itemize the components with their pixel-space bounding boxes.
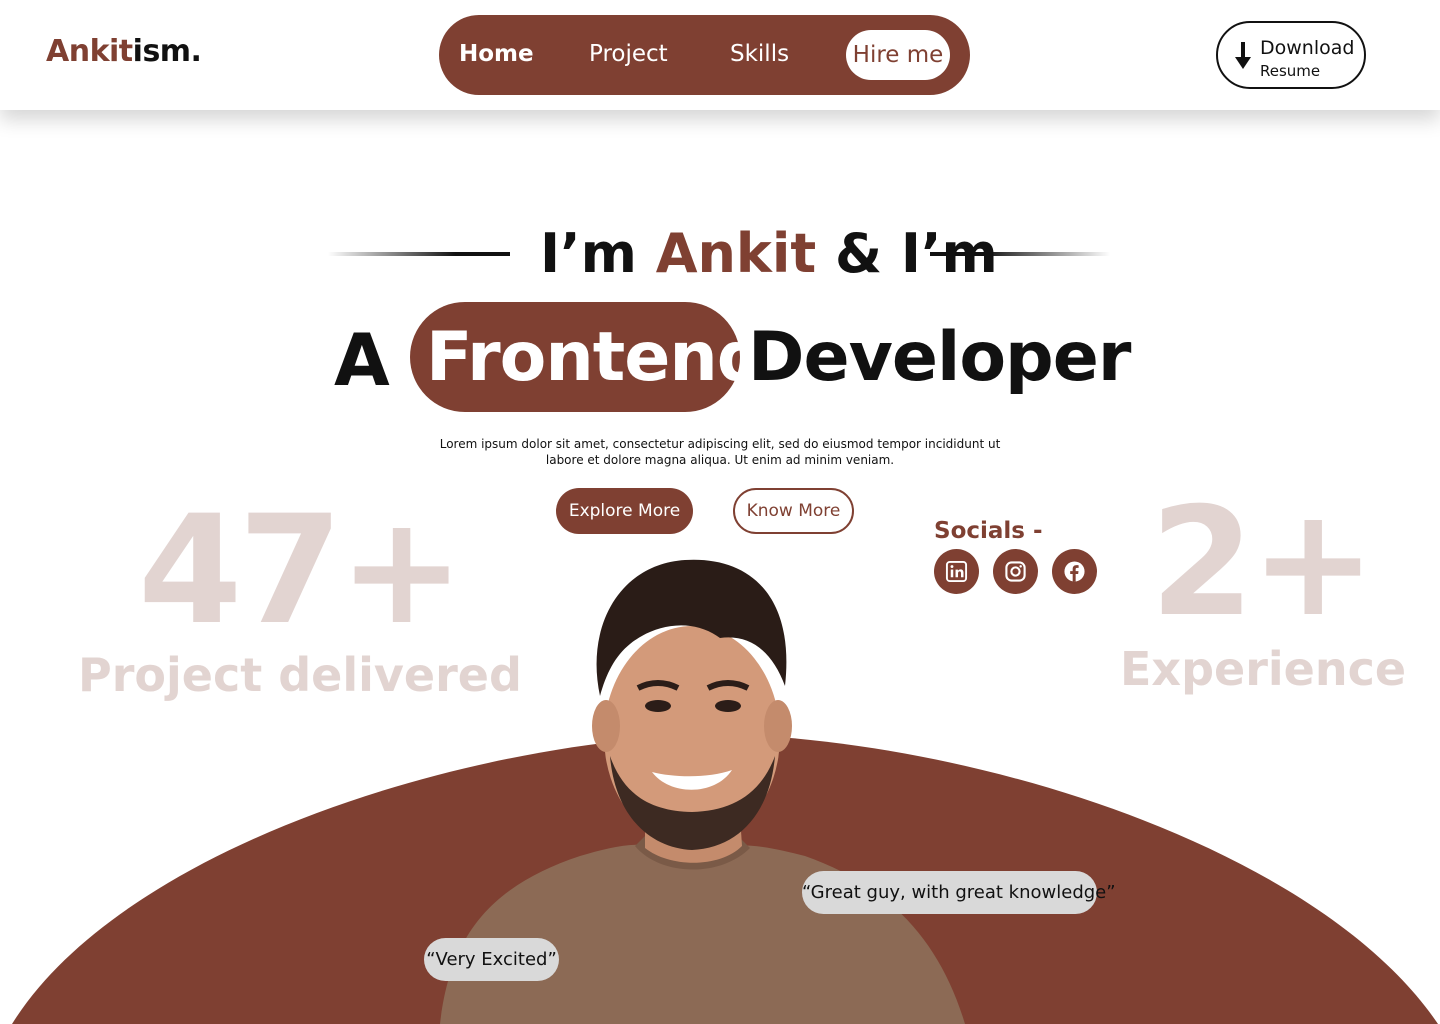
nav-skills[interactable]: Skills	[730, 41, 789, 67]
hero-description: Lorem ipsum dolor sit amet, consectetur …	[439, 437, 1001, 467]
role-highlight: Frontend	[426, 318, 765, 397]
instagram-link[interactable]	[993, 549, 1038, 594]
nav-hire-me-button[interactable]: Hire me	[846, 30, 950, 80]
testimonial-bubble: “Great guy, with great knowledge”	[802, 871, 1116, 914]
logo-suffix-text: ism.	[132, 34, 202, 69]
role-prefix: A	[334, 318, 390, 402]
role-suffix: Developer	[748, 318, 1131, 397]
facebook-icon	[1064, 561, 1085, 582]
logo[interactable]: Ankitism.	[46, 34, 202, 69]
facebook-link[interactable]	[1052, 549, 1097, 594]
page: Ankitism. Home Project Skills Hire me Do…	[0, 0, 1440, 1024]
explore-more-button[interactable]: Explore More	[556, 488, 693, 534]
nav-home[interactable]: Home	[459, 41, 534, 67]
experience-label: Experience	[1120, 642, 1407, 696]
testimonial-bubble: “Very Excited”	[424, 938, 559, 981]
resume-label: Resume	[1260, 62, 1321, 80]
intro-name: Ankit	[655, 222, 817, 285]
download-label: Download	[1260, 37, 1355, 59]
arrow-down-icon	[1235, 42, 1251, 69]
download-resume-button[interactable]: Download Resume	[1216, 21, 1366, 89]
experience-count: 2+	[1150, 476, 1376, 650]
site-header: Ankitism. Home Project Skills Hire me Do…	[0, 0, 1440, 110]
socials-title: Socials -	[934, 518, 1043, 544]
intro-heading: I’m Ankit & I’m	[540, 222, 998, 285]
intro-prefix: I’m	[540, 222, 656, 285]
projects-count: 47+	[138, 484, 464, 658]
main-nav: Home Project Skills Hire me	[439, 15, 970, 95]
intro-suffix: & I’m	[816, 222, 998, 285]
know-more-button[interactable]: Know More	[733, 488, 854, 534]
logo-brand-text: Ankit	[46, 34, 133, 69]
nav-project[interactable]: Project	[589, 41, 668, 67]
instagram-icon	[1005, 561, 1026, 582]
decorative-line-left	[328, 252, 510, 256]
